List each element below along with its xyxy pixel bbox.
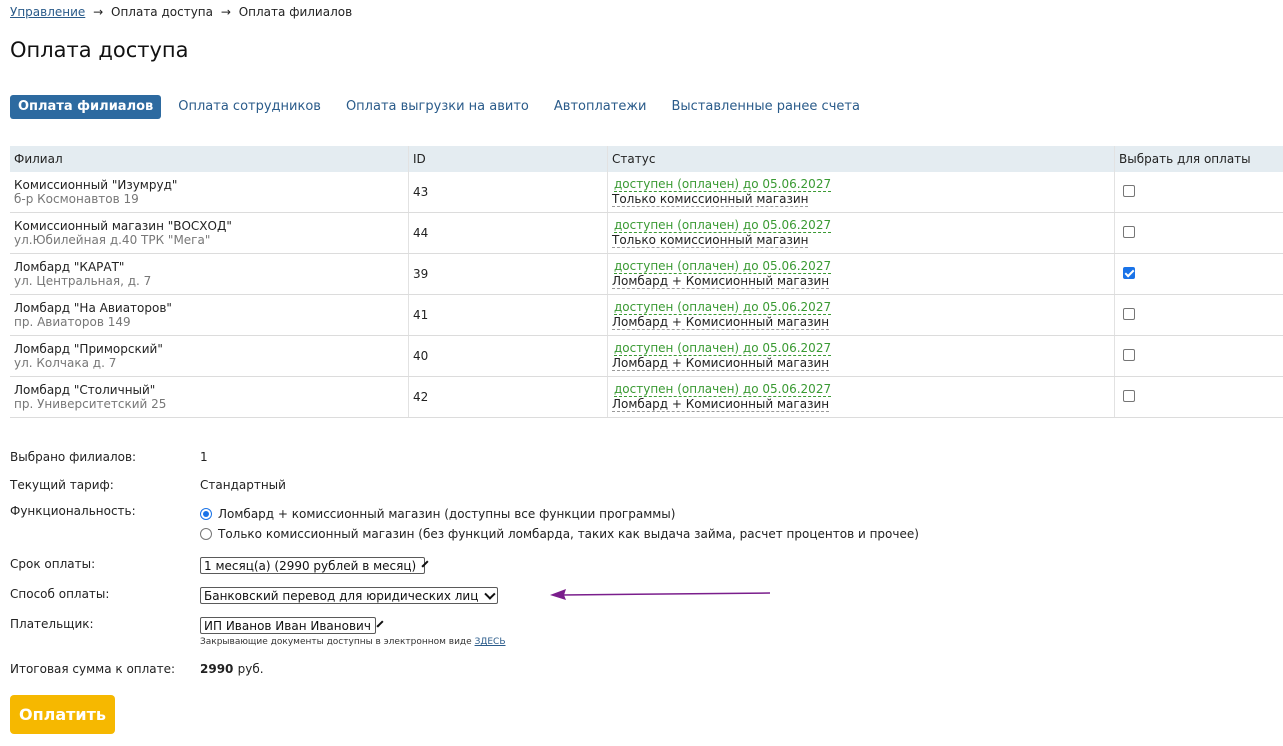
functionality-label: Функциональность: bbox=[10, 504, 136, 518]
branch-id: 42 bbox=[408, 376, 608, 418]
table-row: Ломбард "Столичный" пр. Университетский 2… bbox=[10, 376, 1283, 418]
branch-name: Ломбард "КАРАТ" bbox=[14, 260, 125, 274]
breadcrumb-item-branch-payment: Оплата филиалов bbox=[238, 5, 353, 19]
branch-status: доступен (оплачен) до 05.06.2027 bbox=[614, 382, 832, 397]
branch-address: пр. Авиаторов 149 bbox=[14, 315, 131, 329]
branch-id: 44 bbox=[408, 212, 608, 254]
branch-id: 41 bbox=[408, 294, 608, 336]
breadcrumb-link-management[interactable]: Управление bbox=[10, 5, 85, 19]
branch-address: ул.Юбилейная д.40 ТРК "Мега" bbox=[14, 233, 211, 247]
breadcrumb: Управление → Оплата доступа → Оплата фил… bbox=[10, 5, 352, 19]
branch-type: Ломбард + Комисионный магазин bbox=[612, 274, 830, 289]
select-checkbox-checked[interactable] bbox=[1123, 266, 1135, 279]
column-header-branch: Филиал bbox=[10, 146, 409, 172]
table-row: Ломбард "КАРАТ" ул. Центральная, д. 7 39 … bbox=[10, 253, 1283, 295]
functionality-option-shop-only[interactable]: Только комиссионный магазин (без функций… bbox=[200, 524, 919, 544]
branch-address: ул. Центральная, д. 7 bbox=[14, 274, 152, 288]
total-unit: руб. bbox=[237, 662, 264, 676]
payment-method-value: Банковский перевод для юридических лиц bbox=[204, 588, 479, 603]
table-row: Ломбард "Приморский" ул. Колчака д. 7 40 … bbox=[10, 335, 1283, 377]
docs-note: Закрывающие документы доступны в электро… bbox=[200, 637, 506, 647]
branch-id: 43 bbox=[408, 172, 608, 213]
branches-table: Филиал ID Статус Выбрать для оплаты Коми… bbox=[10, 146, 1283, 418]
functionality-option-label: Только комиссионный магазин (без функций… bbox=[218, 527, 919, 541]
term-select-value: 1 месяц(а) (2990 рублей в месяц) bbox=[204, 558, 417, 573]
functionality-option-full[interactable]: Ломбард + комиссионный магазин (доступны… bbox=[200, 504, 919, 524]
branch-type: Только комиссионный магазин bbox=[612, 192, 809, 207]
branch-status: доступен (оплачен) до 05.06.2027 bbox=[614, 300, 832, 315]
table-header-row: Филиал ID Статус Выбрать для оплаты bbox=[10, 146, 1283, 172]
total-value: 2990 руб. bbox=[200, 662, 264, 676]
tab-autopayments[interactable]: Автоплатежи bbox=[546, 95, 655, 119]
branch-type: Ломбард + Комисионный магазин bbox=[612, 356, 830, 371]
branch-status: доступен (оплачен) до 05.06.2027 bbox=[614, 341, 832, 356]
branch-id: 39 bbox=[408, 253, 608, 295]
arrow-head bbox=[550, 589, 566, 600]
table-row: Комиссионный "Изумруд" б-р Космонавтов 19… bbox=[10, 172, 1283, 213]
branch-status: доступен (оплачен) до 05.06.2027 bbox=[614, 218, 832, 233]
payer-value: ИП Иванов Иван Иванович bbox=[204, 618, 371, 633]
branch-address: ул. Колчака д. 7 bbox=[14, 356, 117, 370]
branch-type: Ломбард + Комисионный магазин bbox=[612, 315, 830, 330]
arrow-shaft bbox=[561, 592, 771, 596]
select-checkbox[interactable] bbox=[1123, 225, 1135, 238]
branch-name: Ломбард "На Авиаторов" bbox=[14, 301, 172, 315]
payer-label: Плательщик: bbox=[10, 617, 94, 631]
radio-selected[interactable] bbox=[200, 508, 212, 520]
branch-address: пр. Университетский 25 bbox=[14, 397, 167, 411]
branch-name: Ломбард "Столичный" bbox=[14, 383, 156, 397]
selected-count-label: Выбрано филиалов: bbox=[10, 450, 137, 464]
tab-issued-invoices[interactable]: Выставленные ранее счета bbox=[663, 95, 867, 119]
chevron-down-icon bbox=[421, 560, 429, 568]
page-title: Оплата доступа bbox=[10, 38, 189, 62]
table-row: Комиссионный магазин "ВОСХОД" ул.Юбилейна… bbox=[10, 212, 1283, 254]
annotation-arrow-icon bbox=[550, 589, 771, 600]
column-header-status: Статус bbox=[607, 146, 1115, 172]
branch-name: Комиссионный магазин "ВОСХОД" bbox=[14, 219, 232, 233]
functionality-option-label: Ломбард + комиссионный магазин (доступны… bbox=[218, 507, 676, 521]
tariff-label: Текущий тариф: bbox=[10, 478, 114, 492]
branch-status: доступен (оплачен) до 05.06.2027 bbox=[614, 177, 832, 192]
selected-count-value: 1 bbox=[200, 450, 208, 464]
total-amount: 2990 bbox=[200, 662, 234, 676]
chevron-down-icon bbox=[484, 588, 496, 600]
pay-button[interactable]: Оплатить bbox=[10, 695, 115, 734]
term-select[interactable]: 1 месяц(а) (2990 рублей в месяц) bbox=[200, 557, 429, 574]
table-row: Ломбард "На Авиаторов" пр. Авиаторов 149 … bbox=[10, 294, 1283, 336]
tab-avito-payment[interactable]: Оплата выгрузки на авито bbox=[338, 95, 537, 119]
select-checkbox[interactable] bbox=[1123, 389, 1135, 402]
tab-branch-payment[interactable]: Оплата филиалов bbox=[10, 95, 162, 119]
branch-address: б-р Космонавтов 19 bbox=[14, 192, 139, 206]
select-checkbox[interactable] bbox=[1123, 348, 1135, 361]
select-checkbox[interactable] bbox=[1123, 184, 1135, 197]
breadcrumb-separator: → bbox=[93, 5, 104, 19]
radio-unselected[interactable] bbox=[200, 528, 212, 540]
breadcrumb-item-access-payment: Оплата доступа bbox=[111, 5, 213, 19]
branch-id: 40 bbox=[408, 335, 608, 377]
payment-method-select[interactable]: Банковский перевод для юридических лиц bbox=[200, 587, 498, 604]
tariff-value: Стандартный bbox=[200, 478, 286, 492]
chevron-down-icon bbox=[376, 620, 384, 628]
docs-note-text: Закрывающие документы доступны в электро… bbox=[200, 637, 472, 647]
term-label: Срок оплаты: bbox=[10, 557, 96, 571]
tabs: Оплата филиалов Оплата сотрудников Оплат… bbox=[10, 95, 877, 119]
branch-status: доступен (оплачен) до 05.06.2027 bbox=[614, 259, 832, 274]
branch-type: Ломбард + Комисионный магазин bbox=[612, 397, 830, 412]
method-label: Способ оплаты: bbox=[10, 587, 110, 601]
tab-employee-payment[interactable]: Оплата сотрудников bbox=[170, 95, 329, 119]
branch-name: Комиссионный "Изумруд" bbox=[14, 178, 178, 192]
column-header-select: Выбрать для оплаты bbox=[1114, 146, 1283, 172]
total-label: Итоговая сумма к оплате: bbox=[10, 662, 176, 676]
breadcrumb-separator: → bbox=[220, 5, 231, 19]
branch-type: Только комиссионный магазин bbox=[612, 233, 809, 248]
payer-select[interactable]: ИП Иванов Иван Иванович bbox=[200, 617, 384, 634]
branch-name: Ломбард "Приморский" bbox=[14, 342, 163, 356]
functionality-options: Ломбард + комиссионный магазин (доступны… bbox=[200, 504, 919, 544]
select-checkbox[interactable] bbox=[1123, 307, 1135, 320]
column-header-id: ID bbox=[408, 146, 608, 172]
docs-link[interactable]: ЗДЕСЬ bbox=[475, 637, 506, 647]
